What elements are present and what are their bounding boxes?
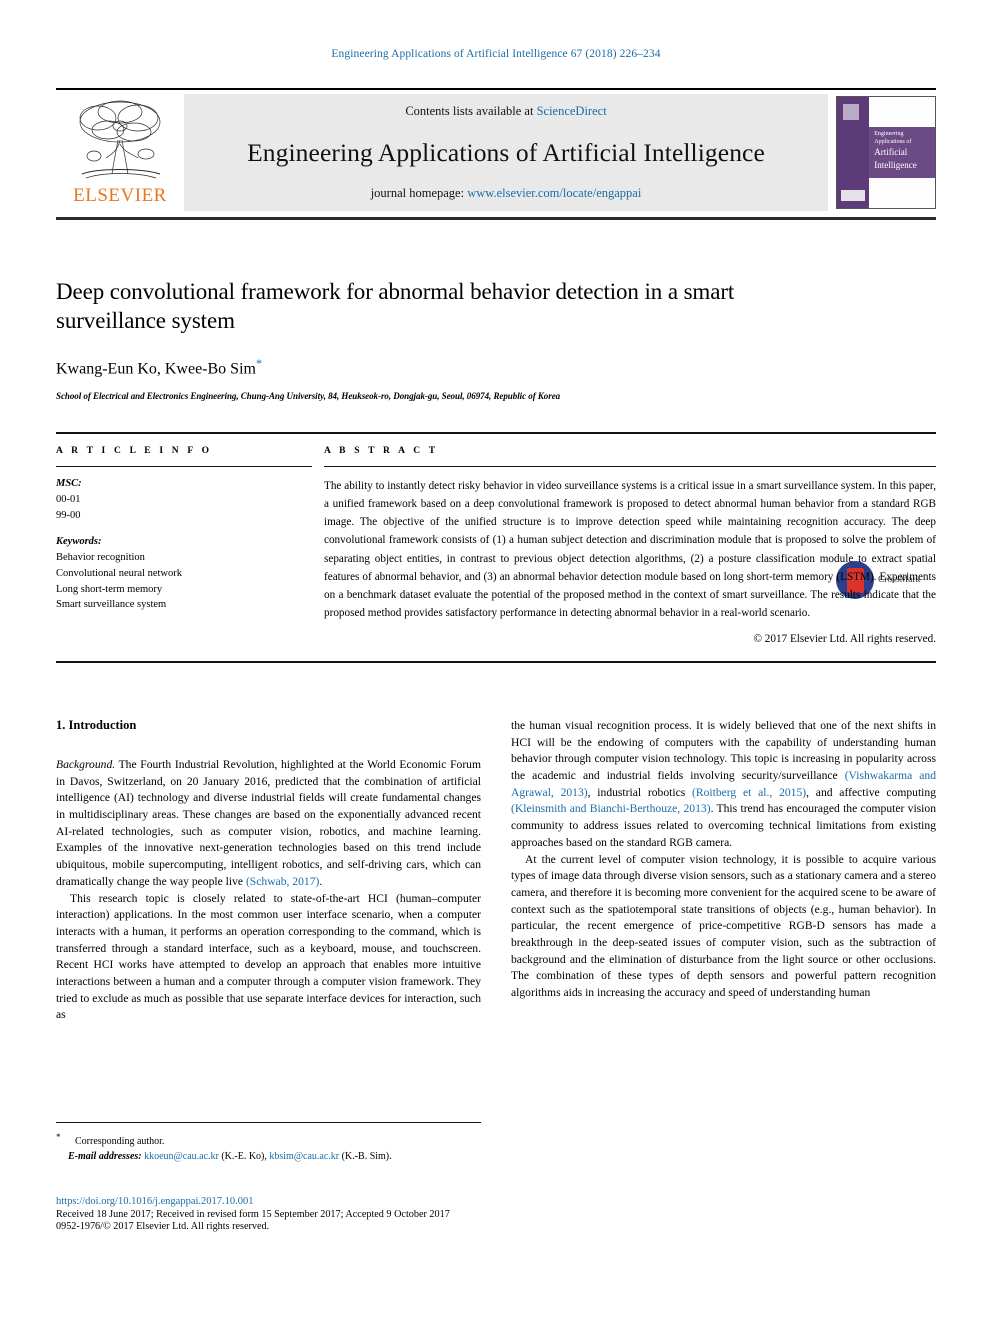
journal-band: Contents lists available at ScienceDirec… — [184, 94, 828, 211]
cover-title-text: Engineering Applications of Artificial I… — [874, 130, 930, 170]
author-list: Kwang-Eun Ko, Kwee-Bo Sim* — [56, 356, 936, 378]
keyword-item: Convolutional neural network — [56, 567, 182, 579]
cover-ifac-icon — [840, 190, 865, 202]
paragraph-text: The Fourth Industrial Revolution, highli… — [56, 758, 481, 888]
contents-line: Contents lists available at ScienceDirec… — [405, 104, 606, 119]
homepage-prefix: journal homepage: — [370, 186, 468, 200]
citation-link[interactable]: (Kleinsmith and Bianchi-Berthouze, 2013) — [511, 802, 711, 815]
email-label: E-mail addresses: — [68, 1151, 142, 1163]
paragraph-background: Background. The Fourth Industrial Revolu… — [56, 757, 481, 891]
keyword-item: Behavior recognition — [56, 552, 145, 563]
keyword-item: Long short-term memory — [56, 583, 163, 595]
paragraph-text: , and affective computing — [806, 785, 936, 799]
email-link-2[interactable]: kbsim@cau.ac.kr — [269, 1151, 339, 1162]
email-link-1[interactable]: kkoeun@cau.ac.kr — [144, 1151, 219, 1162]
author-names: Kwang-Eun Ko, Kwee-Bo Sim — [56, 360, 256, 378]
running-head: Engineering Applications of Artificial I… — [331, 48, 661, 60]
received-dates: Received 18 June 2017; Received in revis… — [56, 1209, 450, 1220]
footnote-block: * Corresponding author. E-mail addresses… — [56, 1122, 481, 1164]
footnote-star-marker: * — [56, 1132, 61, 1142]
elsevier-logo: ELSEVIER — [56, 90, 184, 217]
article-info-heading: A R T I C L E I N F O — [56, 446, 213, 456]
cover-publisher-icon — [842, 103, 859, 120]
paragraph-hci: This research topic is closely related t… — [56, 891, 481, 1022]
info-abstract-bottom-rule — [56, 661, 936, 664]
homepage-url-link[interactable]: www.elsevier.com/locate/engappai — [467, 186, 641, 200]
section-heading-introduction: 1. Introduction — [56, 718, 137, 732]
abstract-copyright: © 2017 Elsevier Ltd. All rights reserved… — [753, 633, 937, 646]
citation-link[interactable]: (Roitberg et al., 2015) — [692, 786, 806, 799]
journal-title: Engineering Applications of Artificial I… — [247, 137, 765, 167]
doi-link[interactable]: https://doi.org/10.1016/j.engappai.2017.… — [56, 1196, 556, 1207]
paper-page: Engineering Applications of Artificial I… — [0, 0, 992, 1323]
footnote-corresponding: * Corresponding author. — [56, 1131, 481, 1149]
body-columns: 1. Introduction Background. The Fourth I… — [56, 718, 936, 1024]
abstract-column: A B S T R A C T The ability to instantly… — [324, 434, 936, 645]
page-title: Deep convolutional framework for abnorma… — [56, 279, 735, 333]
paragraph-vision-trend: the human visual recognition process. It… — [511, 718, 936, 852]
cover-line2: Artificial — [874, 147, 908, 158]
elsevier-wordmark: ELSEVIER — [73, 185, 167, 206]
cover-line3: Intelligence — [874, 159, 917, 170]
sciencedirect-link[interactable]: ScienceDirect — [537, 104, 607, 118]
footnote-corresponding-text: Corresponding author. — [75, 1136, 165, 1148]
title-block: Deep convolutional framework for abnorma… — [56, 278, 936, 599]
abstract-text: The ability to instantly detect risky be… — [324, 480, 936, 619]
article-info-column: A R T I C L E I N F O MSC: 00-01 99-00 K… — [56, 434, 324, 645]
journal-masthead: ELSEVIER Contents lists available at Sci… — [56, 88, 936, 220]
article-info-body: MSC: 00-01 99-00 Keywords: Behavior reco… — [56, 467, 312, 613]
paragraph-sensors: At the current level of computer vision … — [511, 852, 936, 1000]
contents-prefix: Contents lists available at — [405, 104, 537, 118]
elsevier-tree-icon — [79, 100, 161, 179]
msc-label: MSC: — [56, 478, 82, 489]
corresponding-author-marker: * — [255, 355, 262, 370]
cover-line1: Engineering Applications of — [874, 131, 912, 146]
journal-cover-thumbnail: Engineering Applications of Artificial I… — [836, 96, 936, 209]
citation-link[interactable]: (Schwab, 2017) — [246, 875, 319, 888]
footer-metadata: https://doi.org/10.1016/j.engappai.2017.… — [56, 1196, 556, 1232]
msc-value: 00-01 — [56, 493, 81, 505]
paragraph-lead-in: Background. — [56, 758, 116, 771]
homepage-line: journal homepage: www.elsevier.com/locat… — [371, 186, 642, 201]
issn-copyright: 0952-1976/© 2017 Elsevier Ltd. All right… — [56, 1221, 270, 1232]
paragraph-tail: . — [319, 874, 323, 888]
abstract-heading: A B S T R A C T — [324, 446, 439, 456]
msc-value: 99-00 — [56, 509, 81, 521]
body-column-left: 1. Introduction Background. The Fourth I… — [56, 718, 481, 1024]
keywords-label: Keywords: — [56, 536, 102, 548]
email-owner-2: (K.-B. Sim). — [341, 1151, 392, 1163]
paragraph-text: , industrial robotics — [587, 785, 692, 799]
email-owner-1: (K.-E. Ko), — [221, 1151, 267, 1163]
footnote-emails: E-mail addresses: kkoeun@cau.ac.kr (K.-E… — [56, 1149, 481, 1164]
affiliation: School of Electrical and Electronics Eng… — [56, 391, 561, 402]
info-abstract-section: A R T I C L E I N F O MSC: 00-01 99-00 K… — [56, 432, 936, 664]
body-column-right: the human visual recognition process. It… — [511, 718, 936, 1024]
keyword-item: Smart surveillance system — [56, 599, 167, 611]
